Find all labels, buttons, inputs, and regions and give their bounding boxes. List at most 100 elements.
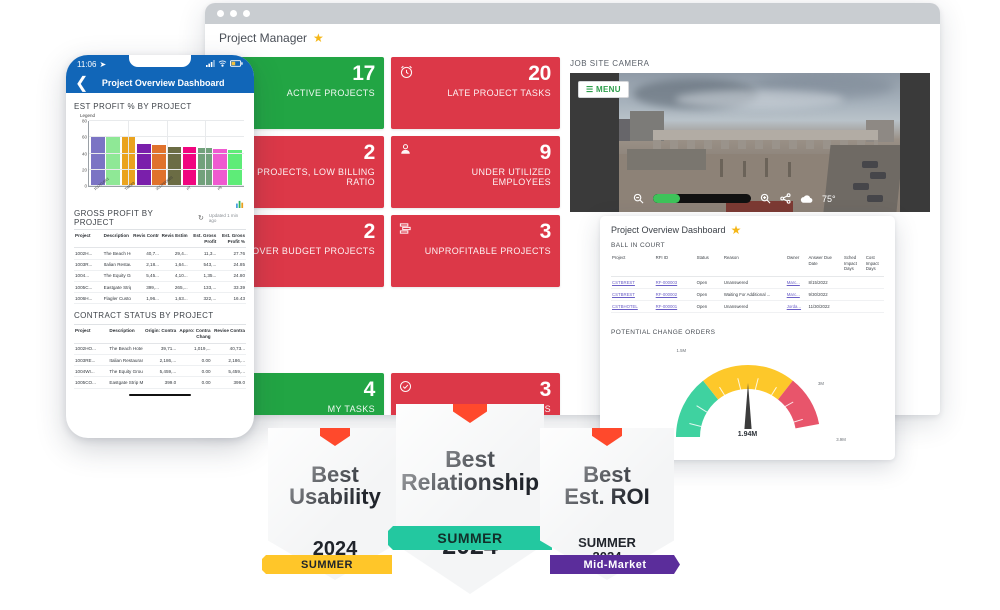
refresh-icon[interactable]: ↻ — [198, 214, 204, 222]
badge-best-est-roi: G2 Best Est. ROI SUMMER 2024 Mid-Market — [540, 428, 674, 580]
owner-link[interactable]: Marc... — [787, 292, 800, 297]
chart-bar[interactable] — [213, 149, 227, 186]
table-cell: 11/30/2022 — [807, 300, 843, 313]
hamburger-icon: ☰ — [586, 85, 594, 94]
pod-header: Project Overview Dashboard ★ — [600, 216, 895, 242]
table-cell — [843, 276, 865, 289]
table-row[interactable]: CSTBREST RF-000002 Open Waiting For Additio… — [611, 288, 884, 301]
table-cell: Eastgate Strip Mall — [108, 376, 143, 389]
table-row[interactable]: 1005CO...Eastgate Strip Mall399.00.00399… — [74, 376, 246, 389]
tile-label: ACTIVE PROJECTS — [286, 88, 375, 98]
table-cell: 1,64... — [159, 259, 189, 271]
chart-y-tick: 80 — [81, 118, 87, 124]
page-title-bar: Project Manager ★ — [205, 24, 940, 51]
tile-late-project-tasks[interactable]: 20 LATE PROJECT TASKS — [391, 57, 560, 129]
table-cell: 24.85 — [217, 259, 246, 271]
cell-link[interactable]: RF-000002 — [656, 292, 678, 297]
table-row[interactable]: 1002H...The Beach Hot...40,7...29,4...11… — [74, 247, 246, 260]
table-row[interactable]: 1004...The Equity Gro...5,45...4,10...1,… — [74, 270, 246, 283]
table-cell: 40,73... — [211, 343, 246, 356]
camera-zoom-slider[interactable] — [653, 194, 751, 203]
cell-link[interactable]: CSTBREST — [612, 280, 635, 285]
tile-unprofitable-projects[interactable]: 3 UNPROFITABLE PROJECTS — [391, 215, 560, 287]
table-cell: 1002HO... — [74, 343, 109, 356]
table-cell — [864, 300, 884, 313]
table-cell: 24.80 — [217, 270, 246, 283]
tile-label: UNPROFITABLE PROJECTS — [424, 246, 551, 256]
signal-icon — [206, 59, 215, 69]
owner-link[interactable]: Jorda... — [787, 304, 801, 309]
chart-type-icon[interactable] — [236, 195, 244, 208]
table-cell: Open — [695, 300, 723, 313]
tile-value: 2 — [363, 141, 376, 164]
table-row[interactable]: CSTBHOTEL RF-000001 Open Unanswered Jorda...… — [611, 300, 884, 313]
phone-status-time: 11:06 — [77, 59, 97, 69]
table-cell: 0.00 — [177, 376, 212, 389]
table-cell: 133,... — [188, 281, 218, 294]
tile-label: OVER BUDGET PROJECTS — [252, 246, 375, 256]
table-cell: 399,... — [131, 281, 160, 294]
tile-grid-spacer — [215, 294, 560, 322]
table-cell: 2,186,... — [142, 354, 178, 367]
column-header: Revis Contr — [131, 229, 160, 249]
table-row[interactable]: 1004WI...The Equity Group -...5,459,...0… — [74, 365, 246, 378]
table-row[interactable]: 1005C...Eastgate Strip ...399,...265,...… — [74, 281, 246, 294]
gross-profit-updated: Updated 1 min ago — [208, 213, 239, 223]
chart-bar[interactable] — [136, 143, 151, 186]
table-cell: 1,96... — [131, 292, 160, 305]
window-minimize-dot[interactable] — [230, 10, 237, 17]
zoom-in-icon[interactable] — [760, 193, 771, 204]
chart-bar[interactable] — [91, 136, 105, 186]
chevron-left-icon[interactable]: ❮ — [75, 73, 88, 93]
table-row[interactable]: 1006H...Flagler Custom ...1,96...1,63...… — [74, 292, 246, 305]
table-cell: The Equity Group -... — [108, 365, 143, 378]
tile-under-utilized-employees[interactable]: 9 UNDER UTILIZED EMPLOYEES — [391, 136, 560, 208]
table-cell: Waiting For Additional ... — [722, 288, 786, 301]
camera-frame[interactable]: ☰ MENU 75° — [570, 73, 930, 212]
tile-label: PROJECTS, LOW BILLING RATIO — [257, 167, 375, 187]
star-icon[interactable]: ★ — [313, 32, 324, 44]
tile-value: 4 — [363, 378, 376, 401]
column-header: Est. Gross Profit — [188, 229, 218, 249]
table-cell: 29,4... — [159, 247, 189, 260]
cell-link[interactable]: CSTBHOTEL — [612, 304, 638, 309]
table-cell: 1006H... — [74, 292, 103, 305]
location-arrow-icon: ➤ — [99, 59, 107, 69]
g2-badge-row: G2 Best Usability 2024 SUMMER G2 Best — [268, 404, 672, 600]
cell-link[interactable]: CSTBREST — [612, 292, 635, 297]
table-cell: Jorda... — [785, 300, 808, 313]
page-title: Project Manager — [219, 30, 308, 45]
window-close-dot[interactable] — [217, 10, 224, 17]
column-header: Project — [611, 253, 655, 277]
cell-link[interactable]: RF-000003 — [656, 280, 678, 285]
star-icon[interactable]: ★ — [731, 224, 742, 236]
camera-menu-label: MENU — [596, 85, 621, 94]
table-row[interactable]: 1003R...Italian Restaura...2,18...1,64..… — [74, 259, 246, 271]
pod-title: Project Overview Dashboard — [611, 225, 726, 235]
table-row[interactable]: 1003RE...Italian Restaurant ...2,186,...… — [74, 354, 246, 367]
table-row[interactable]: 1002HO...The Beach Hotel a...39,71...1,0… — [74, 343, 246, 356]
share-icon[interactable] — [780, 193, 791, 204]
chart-x-axis-labels: 1017CUS01 TIM003 2017PRO003 P7 P9 — [88, 175, 244, 203]
chart-plot-area: 0 20 40 60 80 — [82, 119, 244, 189]
table-row[interactable]: CSTBREST RF-000003 Open Unanswered Marc... 8/… — [611, 276, 884, 289]
table-cell: Italian Restaurant ... — [108, 354, 143, 367]
table-cell: The Equity Gro... — [102, 270, 132, 283]
window-maximize-dot[interactable] — [243, 10, 250, 17]
table-cell: 1003RE... — [74, 354, 109, 367]
gross-profit-header: GROSS PROFIT BY PROJECT ↻ Updated 1 min … — [74, 209, 246, 227]
cell-link[interactable]: RF-000001 — [656, 304, 678, 309]
battery-icon — [230, 59, 243, 69]
est-profit-bar-chart[interactable]: Legend 0 20 40 60 80 1017CUS01 TIM003 2017PRO0… — [74, 113, 246, 208]
contract-status-table: Project Description Origin: Contra Appro: C… — [74, 324, 246, 389]
tile-value: 3 — [539, 220, 552, 243]
kpi-tile-grid: 17 ACTIVE PROJECTS 20 LATE PROJECT TASKS… — [215, 57, 560, 415]
check-circle-icon — [399, 380, 412, 398]
owner-link[interactable]: Marc... — [787, 280, 800, 285]
column-header: Cost Impact Days — [864, 253, 884, 277]
table-cell: 1002H... — [74, 247, 103, 260]
zoom-out-icon[interactable] — [633, 193, 644, 204]
table-cell: 1003R... — [74, 259, 103, 271]
table-cell: 27.76 — [217, 247, 246, 260]
camera-menu-button[interactable]: ☰ MENU — [578, 81, 629, 98]
